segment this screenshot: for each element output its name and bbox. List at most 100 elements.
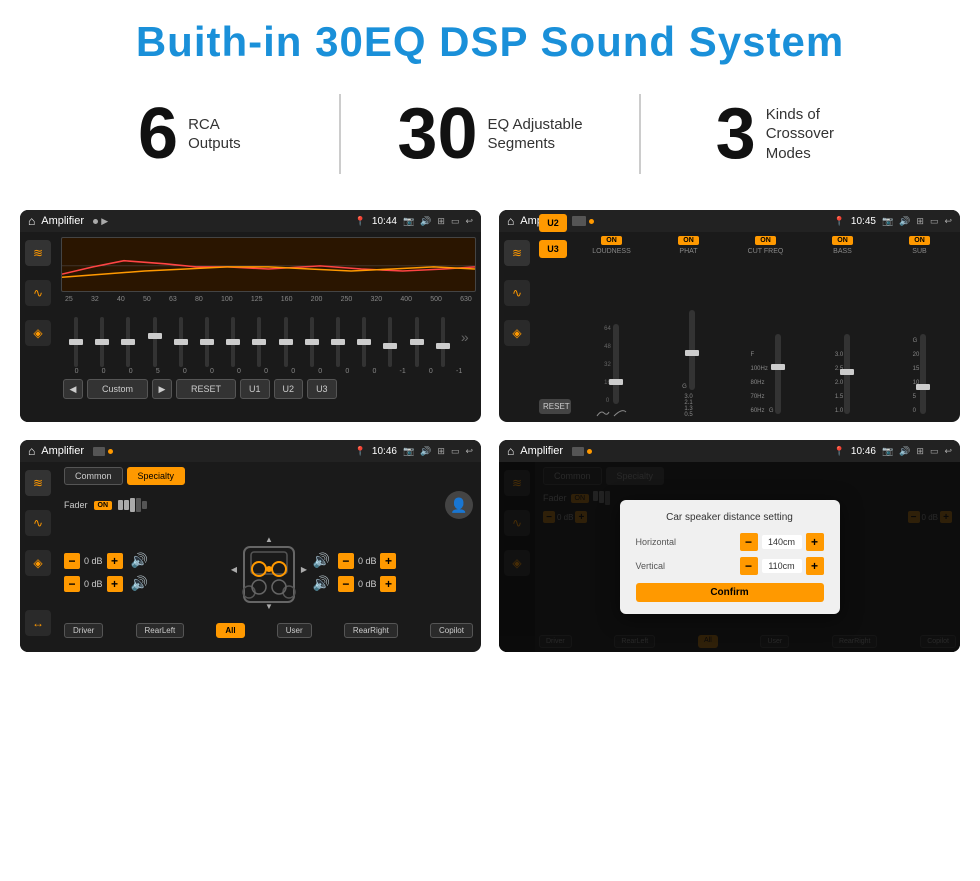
wave-icon-3[interactable]: ∿	[25, 510, 51, 536]
eq-u3-button[interactable]: U3	[307, 379, 337, 399]
fader-row: Fader ON 👤	[64, 491, 473, 519]
wave-icon-2[interactable]: ∿	[504, 280, 530, 306]
bottom-left-plus[interactable]: +	[107, 576, 123, 592]
eq-u1-button[interactable]: U1	[240, 379, 270, 399]
eq-slider-9[interactable]	[278, 317, 294, 367]
bottom-left-minus[interactable]: −	[64, 576, 80, 592]
top-right-minus[interactable]: −	[338, 553, 354, 569]
home-icon[interactable]: ⌂	[28, 214, 35, 228]
horizontal-plus[interactable]: +	[806, 533, 824, 551]
back-icon-3[interactable]: ↩	[465, 446, 473, 457]
amp-reset: RESET	[539, 399, 571, 418]
speaker-icon-1[interactable]: ◈	[25, 320, 51, 346]
arrows-icon-3[interactable]: ↔	[25, 610, 51, 636]
u2-button[interactable]: U2	[539, 214, 567, 232]
topbar-title-3: Amplifier	[41, 445, 348, 457]
eq-slider-10[interactable]	[304, 317, 320, 367]
eq-icon-3[interactable]: ≋	[25, 470, 51, 496]
eq-slider-15[interactable]	[435, 317, 451, 367]
sub-slider-track[interactable]	[920, 334, 926, 414]
eq-slider-4[interactable]	[147, 317, 163, 367]
cutfreq-sliders: F 100Hz 80Hz 70Hz 60Hz G	[750, 259, 780, 418]
volume-icon-3: 🔊	[420, 446, 431, 457]
eq-slider-14[interactable]	[409, 317, 425, 367]
eq-icon[interactable]: ≋	[25, 240, 51, 266]
sub-sliders: G 20 15 10 5 0	[913, 259, 927, 418]
home-icon-4[interactable]: ⌂	[507, 444, 514, 458]
loudness-on-badge: ON	[601, 236, 622, 245]
eq-prev-button[interactable]: ◀	[63, 379, 83, 399]
loudness-slider-track[interactable]	[613, 324, 619, 404]
speaker-icon-2[interactable]: ◈	[504, 320, 530, 346]
stat-label-eq: EQ Adjustable Segments	[488, 115, 583, 154]
back-icon-4[interactable]: ↩	[944, 446, 952, 457]
eq-slider-8[interactable]	[251, 317, 267, 367]
eq-slider-5[interactable]	[173, 317, 189, 367]
topbar-1: ⌂ Amplifier ▶ 📍 10:44 📷 🔊 ⊞ ▭ ↩	[20, 210, 481, 232]
dialog-title: Car speaker distance setting	[636, 512, 824, 523]
confirm-button[interactable]: Confirm	[636, 583, 824, 602]
topbar-title-4: Amplifier	[520, 445, 827, 457]
stat-eq: 30 EQ Adjustable Segments	[361, 98, 620, 170]
eq-next-button[interactable]: ▶	[152, 379, 172, 399]
fader-on-badge: ON	[94, 501, 113, 510]
bass-scale: 3.0 2.5 2.0 1.5 1.0	[835, 352, 843, 414]
window-icon-3: ▭	[451, 446, 460, 457]
camera-icon-3: 📷	[403, 446, 414, 457]
bass-slider-track[interactable]	[844, 334, 850, 414]
eq-slider-6[interactable]	[199, 317, 215, 367]
wave-icon[interactable]: ∿	[25, 280, 51, 306]
cutfreq-slider-track[interactable]	[775, 334, 781, 414]
speaker-grid: − 0 dB + 🔊 − 0 dB + 🔊	[64, 527, 473, 617]
u3-button[interactable]: U3	[539, 240, 567, 258]
copilot-button[interactable]: Copilot	[430, 623, 473, 638]
eq-reset-button[interactable]: RESET	[176, 379, 236, 399]
rearright-button[interactable]: RearRight	[344, 623, 398, 638]
phat-slider-track[interactable]	[689, 310, 695, 390]
eq-slider-12[interactable]	[356, 317, 372, 367]
home-icon-3[interactable]: ⌂	[28, 444, 35, 458]
user-button[interactable]: User	[277, 623, 312, 638]
back-icon-2[interactable]: ↩	[944, 216, 952, 227]
eq-slider-11[interactable]	[330, 317, 346, 367]
bottom-right-plus[interactable]: +	[380, 576, 396, 592]
eq-slider-3[interactable]	[120, 317, 136, 367]
vertical-plus[interactable]: +	[806, 557, 824, 575]
back-icon-1[interactable]: ↩	[465, 216, 473, 227]
eq-slider-1[interactable]	[68, 317, 84, 367]
rearleft-button[interactable]: RearLeft	[136, 623, 185, 638]
channel-loudness: ON LOUDNESS 64 48 32 16 0	[575, 236, 648, 418]
eq-slider-7[interactable]	[225, 317, 241, 367]
eq-custom-button[interactable]: Custom	[87, 379, 148, 399]
eq-u2-button[interactable]: U2	[274, 379, 304, 399]
top-left-minus[interactable]: −	[64, 553, 80, 569]
speaker-br-icon: 🔊	[313, 575, 330, 592]
stat-crossover: 3 Kinds of Crossover Modes	[661, 98, 920, 170]
fader-label: Fader	[64, 500, 88, 510]
location-icon-2: 📍	[834, 216, 845, 227]
amp-reset-button[interactable]: RESET	[539, 399, 571, 414]
top-right-plus[interactable]: +	[380, 553, 396, 569]
grid-icon-3: ⊞	[437, 446, 445, 457]
vertical-row: Vertical − 110cm +	[636, 557, 824, 575]
loudness-sliders: 64 48 32 16 0	[604, 259, 619, 408]
vertical-minus[interactable]: −	[740, 557, 758, 575]
bottom-buttons-row: Driver RearLeft All User RearRight Copil…	[64, 623, 473, 638]
eq-slider-2[interactable]	[94, 317, 110, 367]
channel-sub: ON SUB G 20 15 10 5 0	[883, 236, 956, 418]
eq-content: ≋ ∿ ◈ 25 32 40 50	[20, 232, 481, 422]
driver-button[interactable]: Driver	[64, 623, 103, 638]
avatar-button[interactable]: 👤	[445, 491, 473, 519]
eq-arrows-icon[interactable]: »	[461, 329, 469, 345]
screen-eq: ⌂ Amplifier ▶ 📍 10:44 📷 🔊 ⊞ ▭ ↩ ≋ ∿ ◈	[20, 210, 481, 422]
speaker-icon-3[interactable]: ◈	[25, 550, 51, 576]
topbar-4: ⌂ Amplifier 📍 10:46 📷 🔊 ⊞ ▭ ↩	[499, 440, 960, 462]
tab-specialty[interactable]: Specialty	[127, 467, 186, 485]
horizontal-minus[interactable]: −	[740, 533, 758, 551]
bottom-right-minus[interactable]: −	[338, 576, 354, 592]
top-left-plus[interactable]: +	[107, 553, 123, 569]
tab-common[interactable]: Common	[64, 467, 123, 485]
speaker-tl-icon: 🔊	[131, 552, 148, 569]
eq-slider-13[interactable]	[382, 317, 398, 367]
all-button[interactable]: All	[216, 623, 244, 638]
